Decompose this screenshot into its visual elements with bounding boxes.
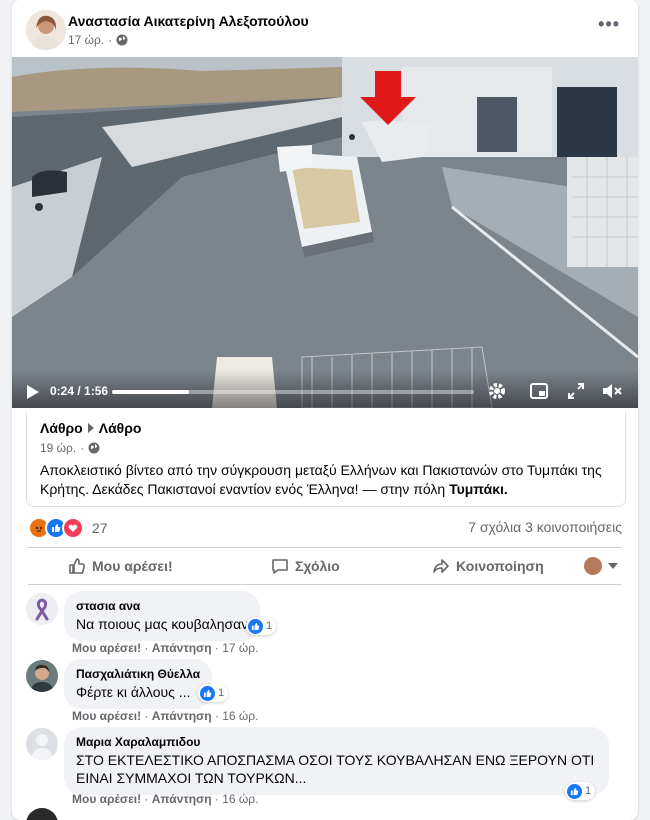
shared-source: Λάθρο Λάθρο	[40, 420, 141, 436]
commenter-name[interactable]: Μαρια Χαραλαμπιδου	[76, 735, 597, 749]
comment-like-button[interactable]: Μου αρέσει!	[72, 641, 141, 655]
shared-time[interactable]: 19 ώρ.	[40, 441, 76, 455]
commenter-name[interactable]: Πασχαλιάτικη Θύελλα	[76, 667, 200, 681]
shared-source-b[interactable]: Λάθρο	[99, 420, 142, 436]
commenter-avatar[interactable]	[26, 593, 58, 625]
shared-meta: 19 ώρ. ·	[40, 441, 100, 455]
thumbs-up-icon	[69, 558, 85, 574]
play-icon[interactable]	[26, 384, 40, 400]
shared-post[interactable]: Λάθρο Λάθρο 19 ώρ. · Αποκλειστικό βίντεο…	[26, 412, 626, 507]
comment-bubble: Μαρια Χαραλαμπιδου ΣΤΟ ΕΚΤΕΛΕΣΤΙΚΟ ΑΠΟΣΠ…	[64, 727, 609, 795]
post-header	[26, 10, 66, 50]
author-name[interactable]: Αναστασία Αικατερίνη Αλεξοπούλου	[68, 13, 309, 29]
comment-icon	[272, 559, 288, 574]
video-time: 0:24 / 1:56	[50, 384, 109, 398]
video-frame	[12, 57, 638, 408]
comment-time[interactable]: 16 ώρ.	[222, 709, 258, 723]
comment-like-count[interactable]: 1	[198, 684, 229, 702]
commenter-avatar[interactable]	[26, 660, 58, 692]
comment-bubble: στασια ανα Να ποιους μας κουβαλησαν	[64, 591, 261, 641]
comment-reply-button[interactable]: Απάντηση	[152, 641, 212, 655]
share-icon	[433, 559, 449, 573]
globe-icon	[88, 442, 100, 454]
like-icon	[248, 618, 263, 634]
comment-time[interactable]: 16 ώρ.	[222, 792, 258, 806]
comment-text: Να ποιους μας κουβαλησαν	[76, 616, 249, 632]
comment-text: Φέρτε κι άλλους ...	[76, 684, 191, 700]
video-player[interactable]: 0:24 / 1:56	[12, 57, 638, 408]
comment-like-count[interactable]: 1	[565, 782, 596, 800]
like-icon	[567, 783, 582, 799]
caret-right-icon	[87, 423, 94, 433]
comment-reply-button[interactable]: Απάντηση	[152, 792, 212, 806]
video-controls: 0:24 / 1:56	[12, 370, 638, 408]
share-button[interactable]: Κοινοποίηση	[432, 548, 544, 584]
author-avatar[interactable]	[26, 10, 66, 50]
comment-reply-button[interactable]: Απάντηση	[152, 709, 212, 723]
post-meta: 17 ώρ. ·	[68, 33, 128, 47]
shared-text: Αποκλειστικό βίντεο από την σύγκρουση με…	[40, 462, 602, 497]
comment-time[interactable]: 17 ώρ.	[222, 641, 258, 655]
reaction-count[interactable]: 27	[92, 520, 108, 536]
comment-button[interactable]: Σχόλιο	[271, 548, 340, 584]
video-progress-bar[interactable]	[112, 390, 474, 394]
like-button[interactable]: Μου αρέσει!	[68, 548, 173, 584]
comment-actions: Μου αρέσει! · Απάντηση · 17 ώρ.	[72, 641, 259, 655]
chevron-down-icon	[608, 563, 618, 569]
fullscreen-icon[interactable]	[568, 383, 584, 399]
love-reaction-icon	[62, 517, 84, 539]
comment-actions: Μου αρέσει! · Απάντηση · 16 ώρ.	[72, 792, 259, 806]
comment-like-button[interactable]: Μου αρέσει!	[72, 709, 141, 723]
commenter-name[interactable]: στασια ανα	[76, 599, 248, 613]
comment-actions: Μου αρέσει! · Απάντηση · 16 ώρ.	[72, 709, 259, 723]
settings-icon[interactable]	[488, 382, 506, 400]
mute-icon[interactable]	[602, 383, 622, 399]
comment-like-button[interactable]: Μου αρέσει!	[72, 792, 141, 806]
post-card: Αναστασία Αικατερίνη Αλεξοπούλου 17 ώρ. …	[12, 0, 638, 820]
globe-icon	[116, 34, 128, 46]
comment-share-stats[interactable]: 7 σχόλια 3 κοινοποιήσεις	[468, 519, 622, 535]
comment-text: ΣΤΟ ΕΚΤΕΛΕΣΤΙΚΟ ΑΠΟΣΠΑΣΜΑ ΟΣΟΙ ΤΟΥΣ ΚΟΥΒ…	[76, 752, 595, 786]
reactions-summary[interactable]: 27	[28, 517, 108, 539]
commenter-avatar[interactable]	[26, 808, 58, 820]
comment-like-count[interactable]: 1	[246, 617, 277, 635]
video-progress-fill	[112, 390, 190, 394]
comment-bubble: Πασχαλιάτικη Θύελλα Φέρτε κι άλλους ...	[64, 659, 213, 709]
like-icon	[200, 685, 215, 701]
audience-selector[interactable]	[584, 548, 618, 584]
profile-mini-avatar	[584, 557, 602, 575]
pip-icon[interactable]	[530, 383, 548, 399]
more-options-icon[interactable]: •••	[598, 14, 620, 35]
divider	[28, 584, 622, 585]
post-time[interactable]: 17 ώρ.	[68, 33, 104, 47]
place-link[interactable]: Τυμπάκι.	[449, 481, 508, 497]
commenter-avatar[interactable]	[26, 728, 58, 760]
shared-source-a[interactable]: Λάθρο	[40, 420, 83, 436]
